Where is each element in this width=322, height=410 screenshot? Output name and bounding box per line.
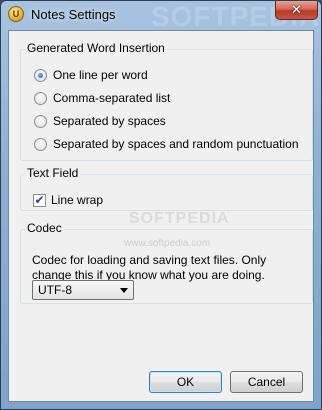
cancel-button[interactable]: Cancel <box>230 371 303 393</box>
window-title: Notes Settings <box>31 7 116 22</box>
word-insertion-group: Generated Word Insertion One line per wo… <box>20 41 313 161</box>
radio-button[interactable] <box>34 137 47 151</box>
word-insertion-title: Generated Word Insertion <box>25 41 167 55</box>
title-bar[interactable]: U Notes Settings SOFTPEDIA ✕ <box>1 1 321 32</box>
app-icon: U <box>8 6 24 22</box>
ok-button[interactable]: OK <box>149 371 222 393</box>
settings-window: U Notes Settings SOFTPEDIA ✕ Generated W… <box>0 0 322 410</box>
radio-label: Separated by spaces and random punctuati… <box>53 137 299 151</box>
codec-select[interactable]: UTF-8 <box>32 280 134 300</box>
radio-button[interactable] <box>34 114 47 128</box>
radio-comma-separated[interactable]: Comma-separated list <box>34 90 170 106</box>
radio-label: One line per word <box>53 68 148 82</box>
text-field-title: Text Field <box>25 166 81 180</box>
radio-spaces-random-punctuation[interactable]: Separated by spaces and random punctuati… <box>34 136 299 152</box>
text-field-group: Text Field ✔ Line wrap <box>20 166 313 211</box>
close-icon: ✕ <box>291 2 302 17</box>
softpedia-watermark: SOFTPEDIA <box>129 210 230 227</box>
line-wrap-label: Line wrap <box>51 193 104 207</box>
radio-one-line-per-word[interactable]: One line per word <box>34 67 148 83</box>
line-wrap-checkbox[interactable]: ✔ <box>33 192 46 207</box>
radio-button[interactable] <box>34 68 47 82</box>
radio-label: Comma-separated list <box>53 91 171 105</box>
dropdown-arrow-icon <box>120 288 128 293</box>
dialog-body: Generated Word Insertion One line per wo… <box>8 30 314 402</box>
radio-separated-by-spaces[interactable]: Separated by spaces <box>34 113 166 129</box>
codec-title: Codec <box>25 221 64 235</box>
codec-selected-value: UTF-8 <box>38 283 72 297</box>
line-wrap-option[interactable]: ✔ Line wrap <box>33 192 103 208</box>
radio-label: Separated by spaces <box>53 114 166 128</box>
close-button[interactable]: ✕ <box>275 1 318 20</box>
checkmark-icon: ✔ <box>34 192 45 207</box>
codec-description: Codec for loading and saving text files.… <box>32 253 267 282</box>
radio-button[interactable] <box>34 91 47 105</box>
